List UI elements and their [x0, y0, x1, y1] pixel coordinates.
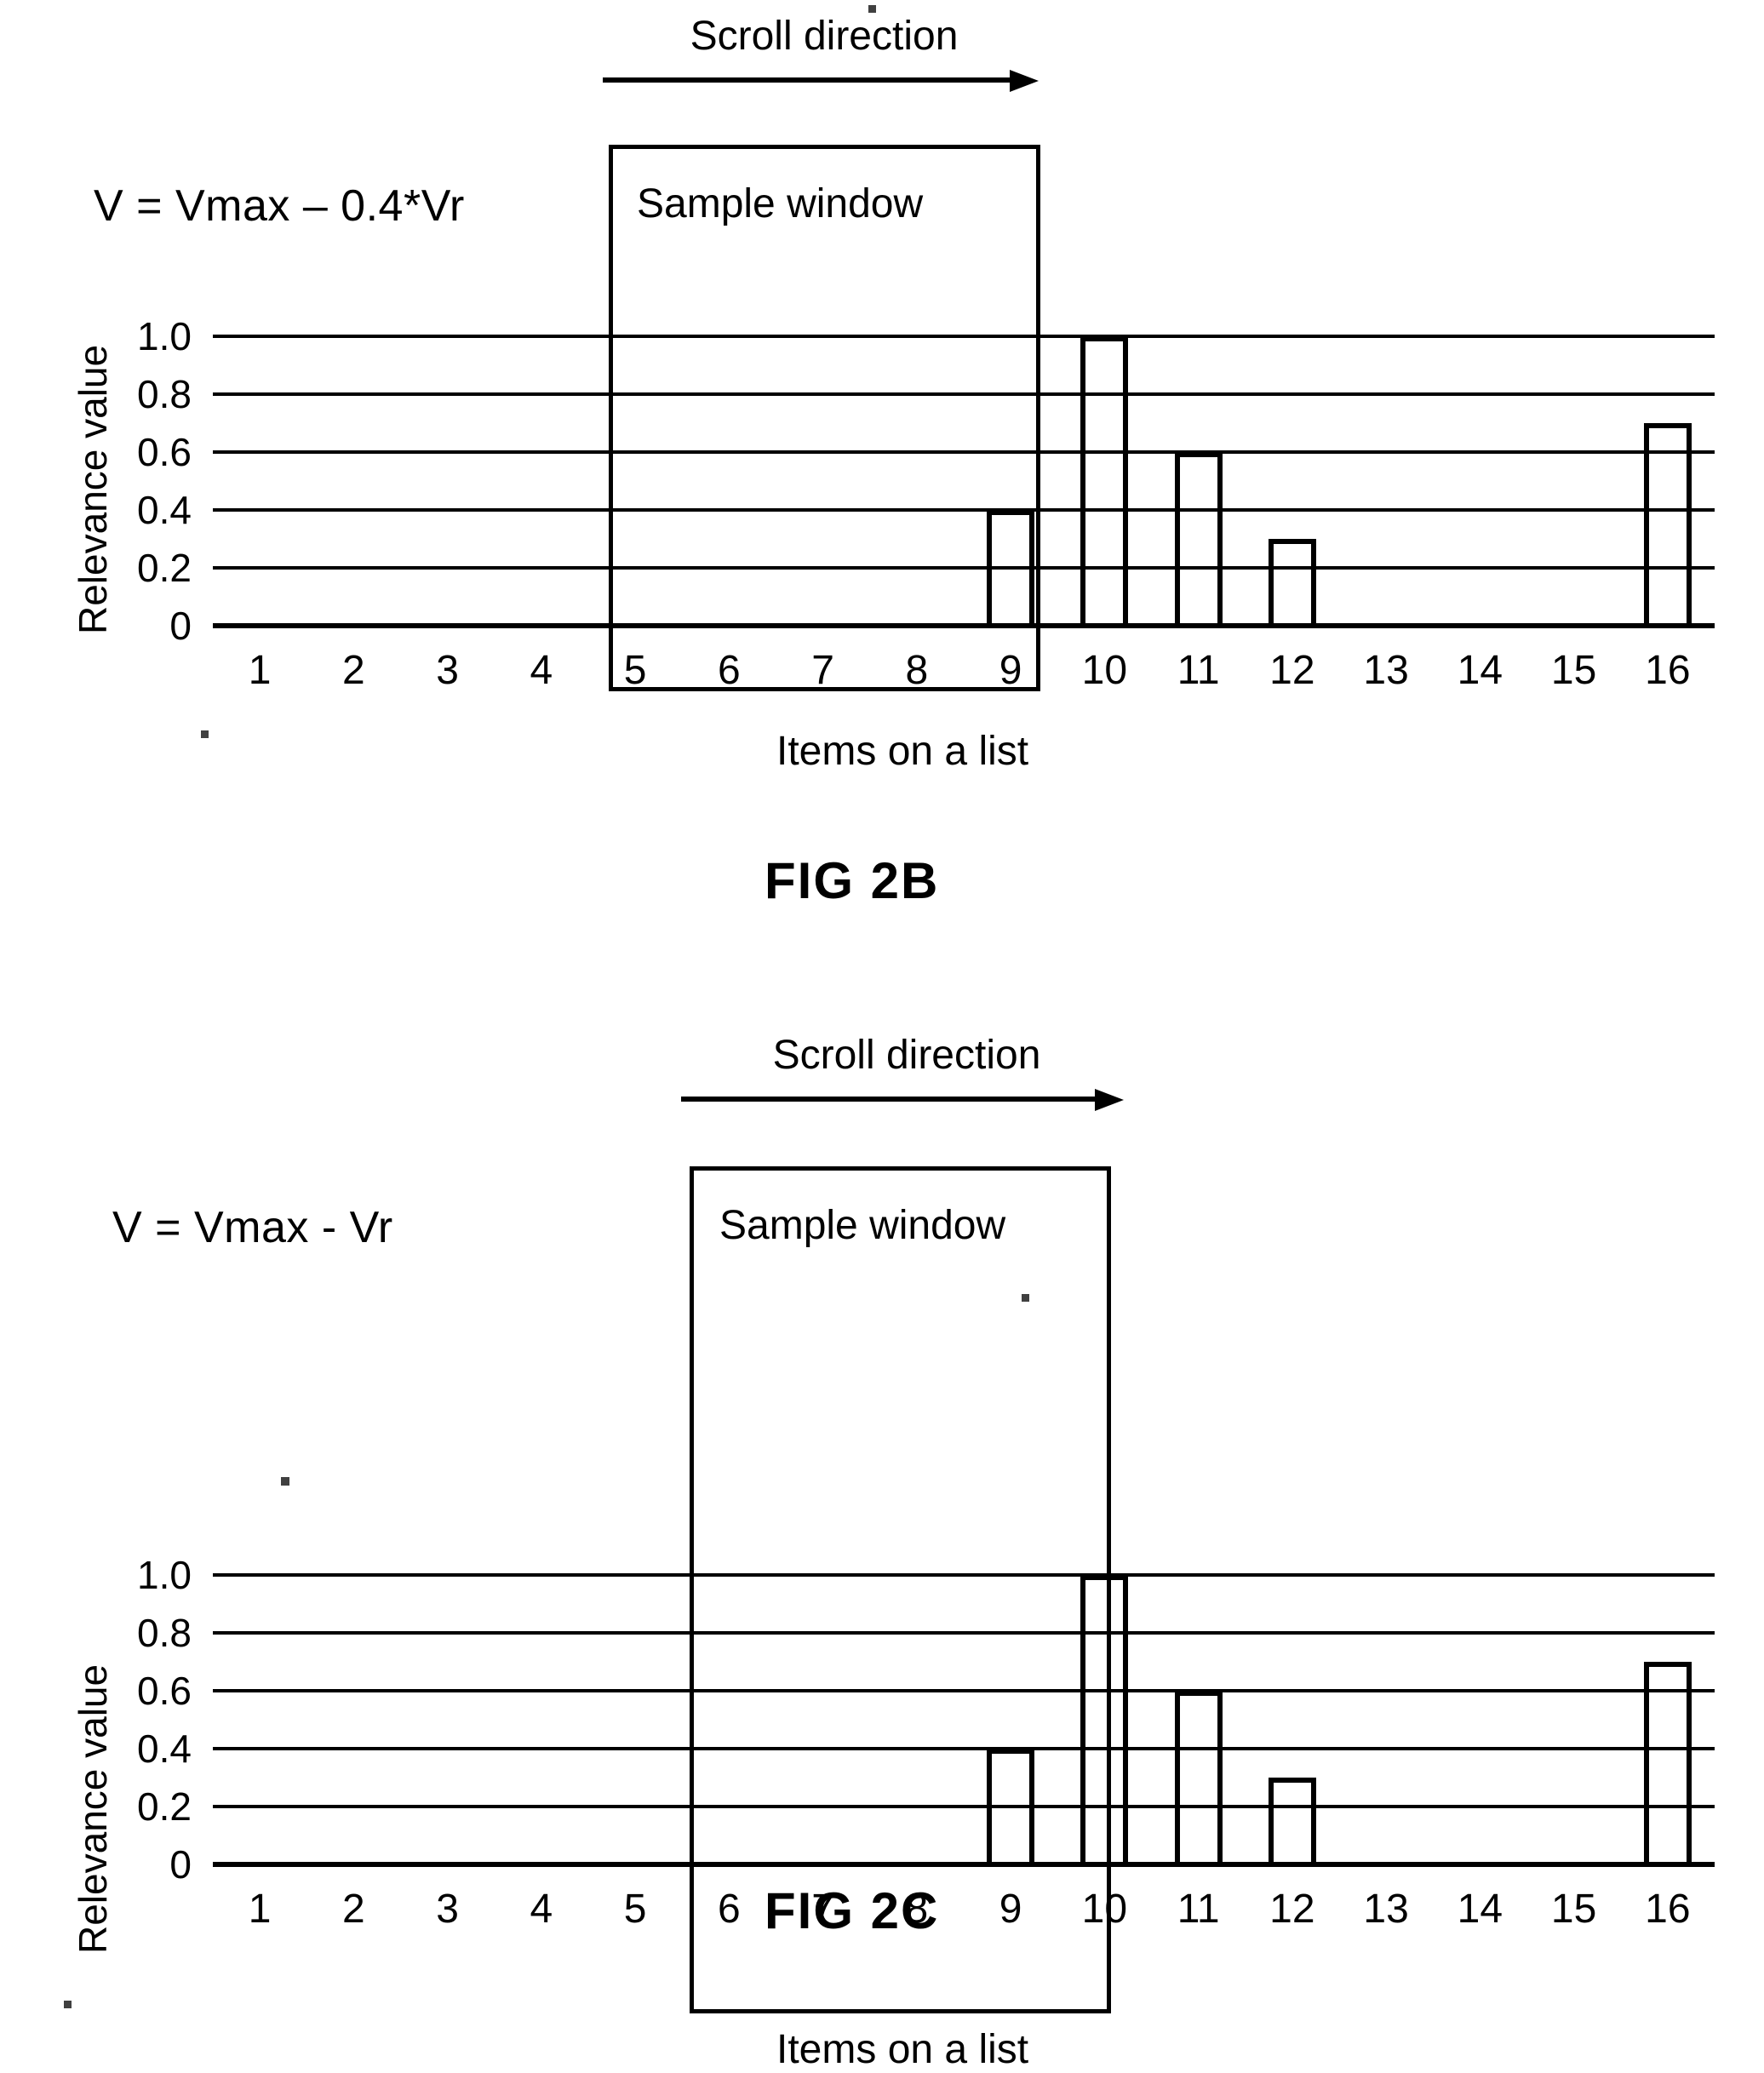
scan-speck	[64, 2001, 72, 2008]
x-axis-tick-label: 7	[811, 1887, 834, 1932]
x-axis-tick-label: 16	[1645, 1887, 1691, 1932]
x-axis-tick-label: 3	[436, 1887, 459, 1932]
x-axis-title-2c: Items on a list	[776, 2027, 1029, 2072]
x-axis-tick-label: 16	[1645, 648, 1691, 693]
x-axis-title-2b: Items on a list	[776, 729, 1029, 774]
y-axis-tick-label: 0	[169, 1842, 192, 1887]
x-axis-tick-label: 13	[1363, 648, 1409, 693]
x-axis-tick-label: 13	[1363, 1887, 1409, 1932]
bar	[1268, 539, 1316, 626]
x-axis-tick-label: 6	[718, 648, 741, 693]
bar	[1080, 336, 1129, 626]
x-axis-tick-label: 5	[623, 648, 647, 693]
bar	[1643, 423, 1692, 626]
sample-window-label-2c: Sample window	[719, 1203, 1006, 1248]
x-axis-tick-label: 12	[1269, 648, 1315, 693]
x-axis-tick-label: 1	[248, 648, 272, 693]
x-axis-tick-label: 2	[342, 1887, 365, 1932]
x-axis-tick-label: 7	[811, 648, 834, 693]
y-axis-tick-label: 0.8	[137, 1611, 192, 1655]
y-axis-tick-label: 0	[169, 604, 192, 648]
x-axis-tick-label: 4	[530, 648, 553, 693]
figure-caption-2b: FIG 2B	[765, 852, 940, 909]
scan-speck	[868, 5, 876, 13]
bar	[1268, 1778, 1316, 1864]
bar	[1174, 1691, 1223, 1864]
y-axis-tick-label: 1.0	[137, 314, 192, 358]
x-axis-tick-label: 10	[1081, 648, 1128, 693]
x-axis-tick-label: 15	[1550, 648, 1597, 693]
sample-window-label-2b: Sample window	[637, 181, 924, 226]
x-axis-tick-label: 9	[999, 1887, 1022, 1932]
y-axis-tick-label: 1.0	[137, 1553, 192, 1597]
x-axis-tick-label: 2	[342, 648, 365, 693]
scan-speck	[281, 1477, 289, 1486]
figure-2b: V = Vmax – 0.4*Vr Scroll direction Sampl…	[0, 0, 1764, 971]
x-axis-tick-label: 4	[530, 1887, 553, 1932]
y-axis-tick-label: 0.2	[137, 1784, 192, 1829]
x-axis-tick-label: 1	[248, 1887, 272, 1932]
bar	[1643, 1662, 1692, 1864]
x-axis-tick-label: 9	[999, 648, 1022, 693]
bar	[1174, 452, 1223, 626]
x-axis-tick-label: 14	[1457, 1887, 1503, 1932]
y-axis-tick-label: 0.4	[137, 1727, 192, 1771]
x-axis-tick-label: 6	[718, 1887, 741, 1932]
figure-2c: V = Vmax - Vr Scroll direction Sample wi…	[0, 1013, 1764, 2072]
y-axis-tick-label: 0.4	[137, 488, 192, 532]
x-axis-tick-label: 11	[1177, 1887, 1220, 1932]
x-axis-tick-label: 8	[905, 1887, 929, 1932]
y-axis-tick-label: 0.8	[137, 372, 192, 416]
y-axis-tick-label: 0.2	[137, 546, 192, 590]
x-axis-tick-label: 10	[1081, 1887, 1128, 1932]
x-axis-tick-label: 15	[1550, 1887, 1597, 1932]
y-axis-tick-label: 0.6	[137, 1669, 192, 1713]
x-axis-tick-label: 12	[1269, 1887, 1315, 1932]
x-axis-tick-label: 3	[436, 648, 459, 693]
scan-speck	[201, 730, 209, 738]
y-axis-tick-label: 0.6	[137, 430, 192, 474]
x-axis-tick-label: 8	[905, 648, 929, 693]
x-axis-tick-label: 5	[623, 1887, 647, 1932]
x-axis-tick-label: 11	[1177, 648, 1220, 693]
x-axis-tick-label: 14	[1457, 648, 1503, 693]
